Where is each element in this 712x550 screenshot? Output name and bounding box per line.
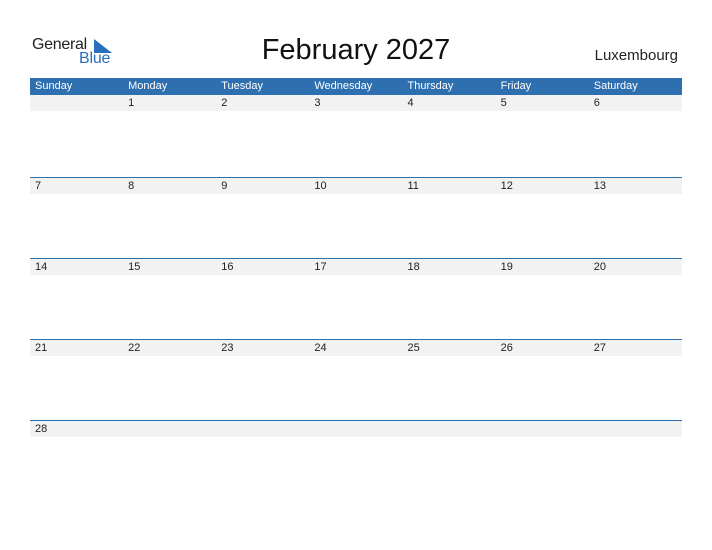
weekday-thursday: Thursday <box>407 80 454 92</box>
day-cell: 19 <box>500 261 513 273</box>
day-cell: 8 <box>128 180 135 192</box>
day-cell: 24 <box>314 342 327 354</box>
day-cell: 28 <box>35 423 48 435</box>
day-cell: 9 <box>221 180 228 192</box>
day-cell: 2 <box>221 97 228 109</box>
day-cell <box>30 95 123 111</box>
day-cell: 17 <box>314 261 327 273</box>
day-cell <box>309 421 402 437</box>
day-cell: 6 <box>593 97 600 109</box>
day-cell: 21 <box>35 342 48 354</box>
week-row: 14 15 16 17 18 19 20 <box>30 258 682 339</box>
day-cell: 15 <box>128 261 141 273</box>
day-cell <box>216 421 309 437</box>
week-row: 7 8 9 10 11 12 13 <box>30 177 682 258</box>
day-cell: 18 <box>407 261 420 273</box>
weekday-wednesday: Wednesday <box>314 80 373 92</box>
day-cell: 3 <box>314 97 321 109</box>
week-row: 21 22 23 24 25 26 27 <box>30 339 682 420</box>
day-cell: 23 <box>221 342 234 354</box>
day-cell: 20 <box>593 261 606 273</box>
weekday-header: Sunday Monday Tuesday Wednesday Thursday… <box>30 78 682 95</box>
day-cell: 12 <box>500 180 513 192</box>
day-cell: 4 <box>407 97 414 109</box>
day-cell: 10 <box>314 180 327 192</box>
weekday-sunday: Sunday <box>35 80 73 92</box>
week-row: 1 2 3 4 5 6 <box>30 95 682 177</box>
day-cell <box>496 421 589 437</box>
day-cell: 13 <box>593 180 606 192</box>
day-cell: 11 <box>407 180 419 192</box>
weekday-friday: Friday <box>500 80 532 92</box>
day-cell: 16 <box>221 261 234 273</box>
weekday-monday: Monday <box>128 80 168 92</box>
day-cell: 27 <box>593 342 606 354</box>
day-cell: 22 <box>128 342 141 354</box>
day-cell: 7 <box>35 180 42 192</box>
weekday-tuesday: Tuesday <box>221 80 264 92</box>
country-label: Luxembourg <box>594 47 678 64</box>
day-cell <box>123 421 216 437</box>
day-cell: 5 <box>500 97 507 109</box>
day-cell: 14 <box>35 261 48 273</box>
day-cell <box>589 421 682 437</box>
day-cell: 25 <box>407 342 420 354</box>
week-row: 28 <box>30 420 682 501</box>
calendar-grid: Sunday Monday Tuesday Wednesday Thursday… <box>30 78 682 501</box>
day-cell: 1 <box>128 97 135 109</box>
day-cell <box>403 421 496 437</box>
weekday-saturday: Saturday <box>593 80 638 92</box>
day-cell: 26 <box>500 342 513 354</box>
